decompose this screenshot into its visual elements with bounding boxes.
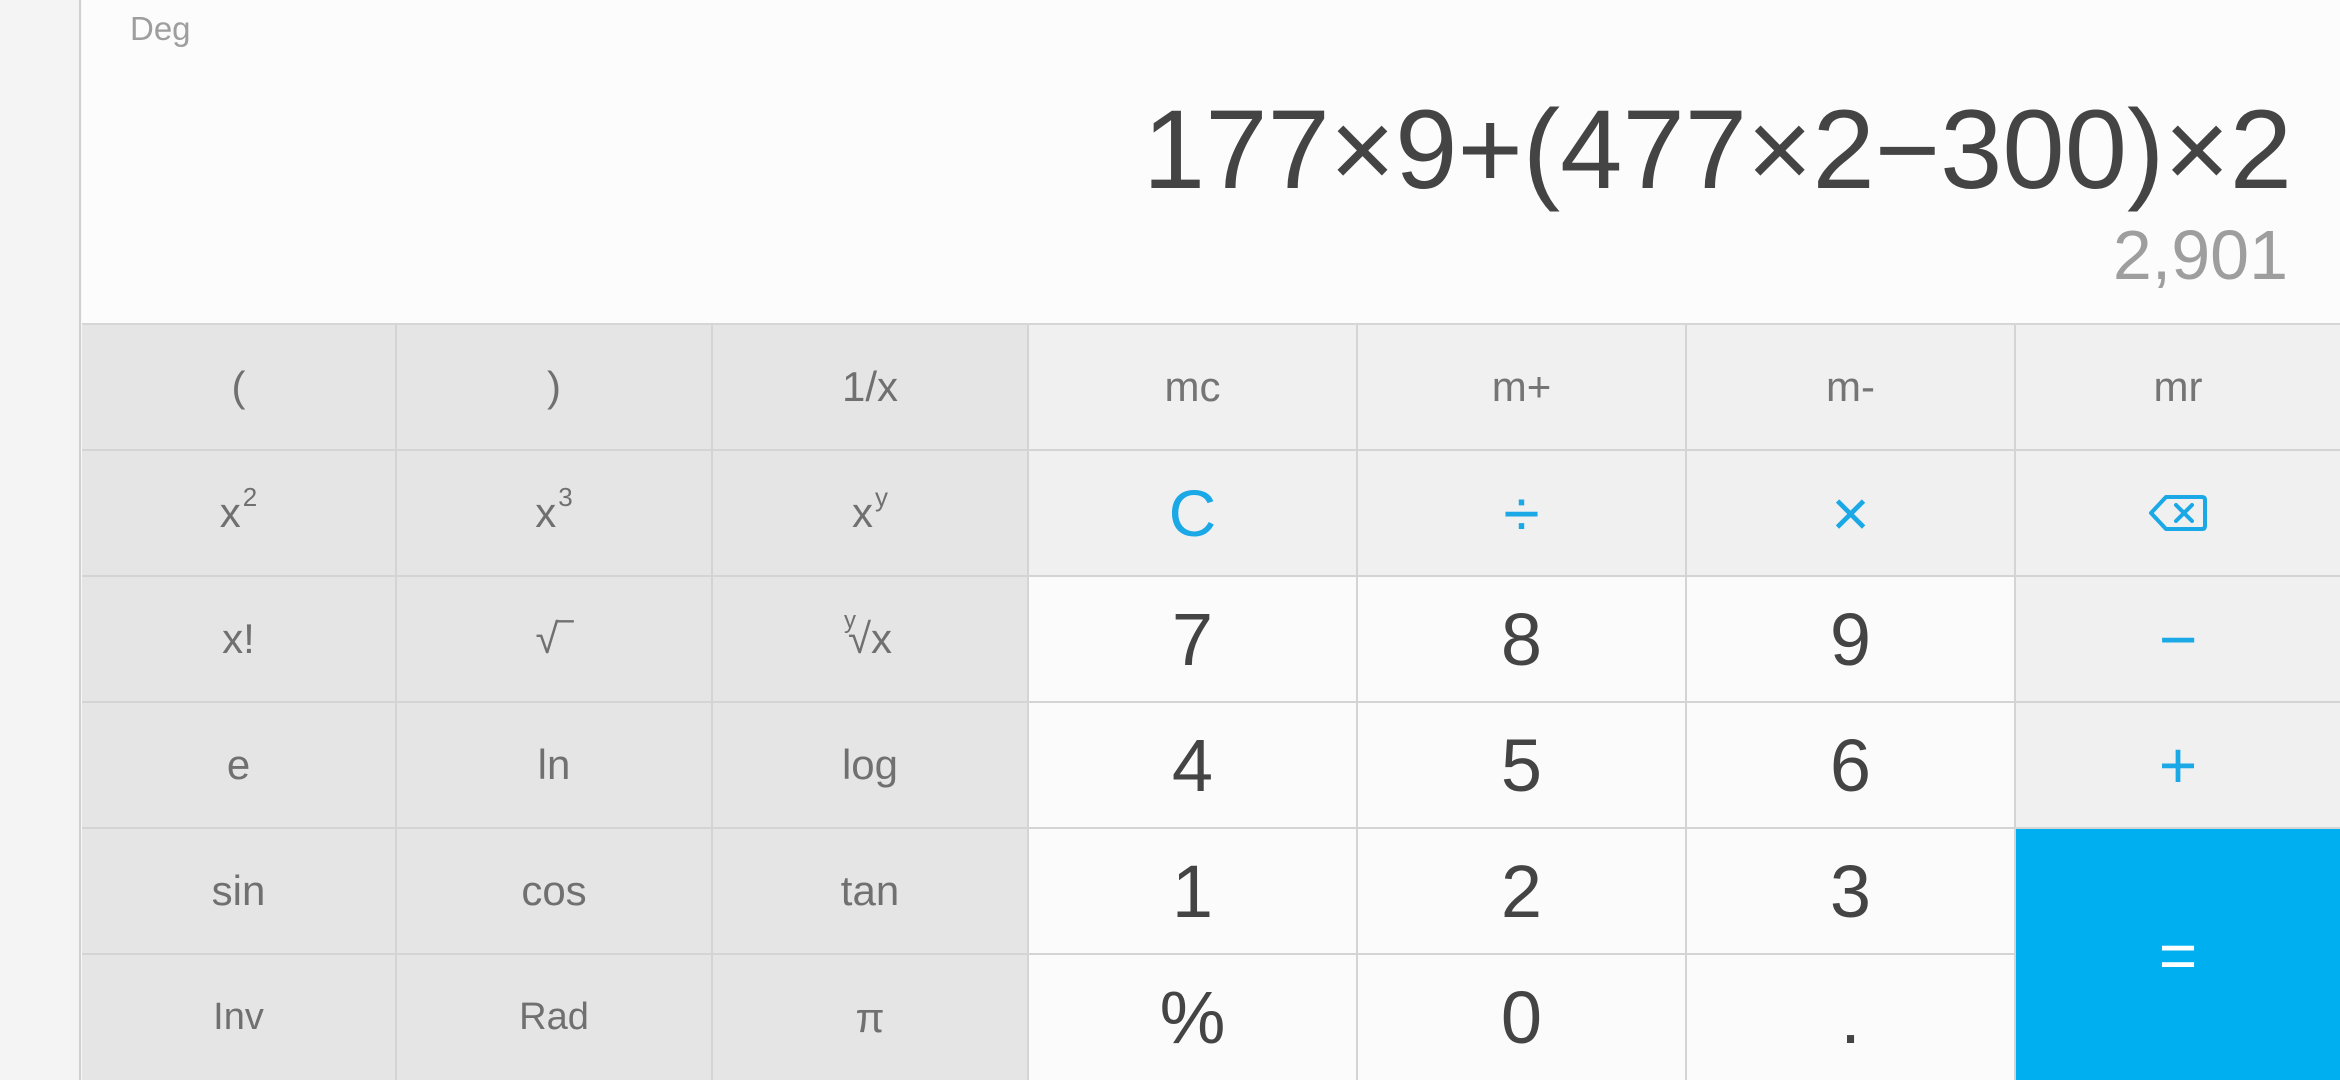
memory-add-label: m+ — [1491, 363, 1552, 410]
memory-add-button[interactable]: m+ — [1358, 325, 1687, 451]
log-label: log — [841, 741, 899, 788]
equals-label: = — [2158, 917, 2198, 992]
percent-label: % — [1159, 976, 1226, 1059]
natural-log-button[interactable]: ln — [397, 703, 713, 829]
close-paren-button[interactable]: ) — [397, 325, 713, 451]
digit-7-button[interactable]: 7 — [1029, 577, 1358, 703]
power-base-label: x — [852, 489, 873, 536]
digit-6-button[interactable]: 6 — [1687, 703, 2016, 829]
digit-3-label: 3 — [1829, 849, 1872, 933]
expression-field[interactable]: 177×9+(477×2−300)×2 — [1143, 85, 2292, 215]
digit-1-button[interactable]: 1 — [1029, 829, 1358, 955]
euler-e-button[interactable]: e — [82, 703, 397, 829]
digit-6-label: 6 — [1829, 723, 1872, 807]
cube-exponent-label: 3 — [558, 481, 573, 512]
backspace-icon — [2148, 493, 2208, 533]
multiply-label: × — [1831, 476, 1870, 550]
subtract-button[interactable]: − — [2016, 577, 2340, 703]
memory-recall-button[interactable]: mr — [2016, 325, 2340, 451]
cube-base-label: x — [535, 489, 557, 536]
power-exponent-label: y — [875, 481, 888, 512]
square-root-button[interactable]: √‾ — [397, 577, 713, 703]
digit-8-button[interactable]: 8 — [1358, 577, 1687, 703]
clear-label: C — [1168, 476, 1217, 550]
multiply-button[interactable]: × — [1687, 451, 2016, 577]
inverse-label: Inv — [213, 996, 264, 1038]
memory-subtract-button[interactable]: m- — [1687, 325, 2016, 451]
factorial-label: x! — [222, 615, 255, 662]
calculator-app: Deg 177×9+(477×2−300)×2 2,901 ( ) 1/x mc… — [0, 0, 2340, 1080]
tangent-label: tan — [840, 867, 900, 914]
digit-4-label: 4 — [1171, 723, 1214, 807]
inverse-button[interactable]: Inv — [82, 955, 397, 1080]
tangent-button[interactable]: tan — [713, 829, 1029, 955]
natural-log-label: ln — [537, 741, 571, 788]
nth-root-button[interactable]: y √x — [713, 577, 1029, 703]
digit-2-label: 2 — [1500, 849, 1543, 933]
reciprocal-label: 1/x — [841, 363, 899, 410]
open-paren-button[interactable]: ( — [82, 325, 397, 451]
memory-clear-label: mc — [1164, 363, 1221, 410]
divide-label: ÷ — [1503, 476, 1540, 550]
decimal-point-label: . — [1840, 976, 1861, 1059]
display-panel: Deg 177×9+(477×2−300)×2 2,901 — [82, 0, 2340, 325]
percent-button[interactable]: % — [1029, 955, 1358, 1080]
memory-clear-button[interactable]: mc — [1029, 325, 1358, 451]
memory-subtract-label: m- — [1826, 363, 1875, 410]
clear-button[interactable]: C — [1029, 451, 1358, 577]
factorial-button[interactable]: x! — [82, 577, 397, 703]
pi-label: π — [855, 993, 885, 1041]
digit-4-button[interactable]: 4 — [1029, 703, 1358, 829]
square-base-label: x — [219, 489, 241, 536]
square-button[interactable]: x2 — [82, 451, 397, 577]
sine-button[interactable]: sin — [82, 829, 397, 955]
close-paren-label: ) — [547, 363, 561, 410]
keypad: ( ) 1/x mc m+ m- mr x2 x3 xy C ÷ × x! √‾… — [82, 325, 2340, 1080]
digit-5-button[interactable]: 5 — [1358, 703, 1687, 829]
result-preview: 2,901 — [2112, 216, 2288, 294]
sine-label: sin — [211, 867, 266, 914]
subtract-label: − — [2158, 602, 2198, 676]
digit-3-button[interactable]: 3 — [1687, 829, 2016, 955]
rad-toggle-button[interactable]: Rad — [397, 955, 713, 1080]
power-button[interactable]: xy — [713, 451, 1029, 577]
digit-0-label: 0 — [1500, 976, 1543, 1059]
reciprocal-button[interactable]: 1/x — [713, 325, 1029, 451]
digit-9-label: 9 — [1829, 597, 1872, 681]
digit-7-label: 7 — [1171, 597, 1214, 681]
backspace-button[interactable] — [2016, 451, 2340, 577]
decimal-point-button[interactable]: . — [1687, 955, 2016, 1080]
angle-mode-indicator: Deg — [130, 10, 191, 47]
euler-e-label: e — [226, 741, 251, 788]
nth-root-index-label: y — [843, 607, 856, 634]
digit-1-label: 1 — [1171, 849, 1214, 933]
left-gutter — [0, 0, 81, 1080]
digit-5-label: 5 — [1500, 723, 1543, 807]
digit-9-button[interactable]: 9 — [1687, 577, 2016, 703]
digit-2-button[interactable]: 2 — [1358, 829, 1687, 955]
divide-button[interactable]: ÷ — [1358, 451, 1687, 577]
cosine-button[interactable]: cos — [397, 829, 713, 955]
cube-button[interactable]: x3 — [397, 451, 713, 577]
digit-0-button[interactable]: 0 — [1358, 955, 1687, 1080]
rad-toggle-label: Rad — [519, 996, 589, 1038]
digit-8-label: 8 — [1500, 597, 1543, 681]
square-exponent-label: 2 — [242, 481, 258, 512]
memory-recall-label: mr — [2153, 363, 2203, 410]
log-button[interactable]: log — [713, 703, 1029, 829]
equals-button[interactable]: = — [2016, 829, 2340, 1080]
open-paren-label: ( — [231, 363, 246, 410]
pi-button[interactable]: π — [713, 955, 1029, 1080]
cosine-label: cos — [521, 867, 587, 914]
square-root-label: √‾ — [535, 615, 573, 662]
add-button[interactable]: + — [2016, 703, 2340, 829]
add-label: + — [2158, 728, 2198, 802]
